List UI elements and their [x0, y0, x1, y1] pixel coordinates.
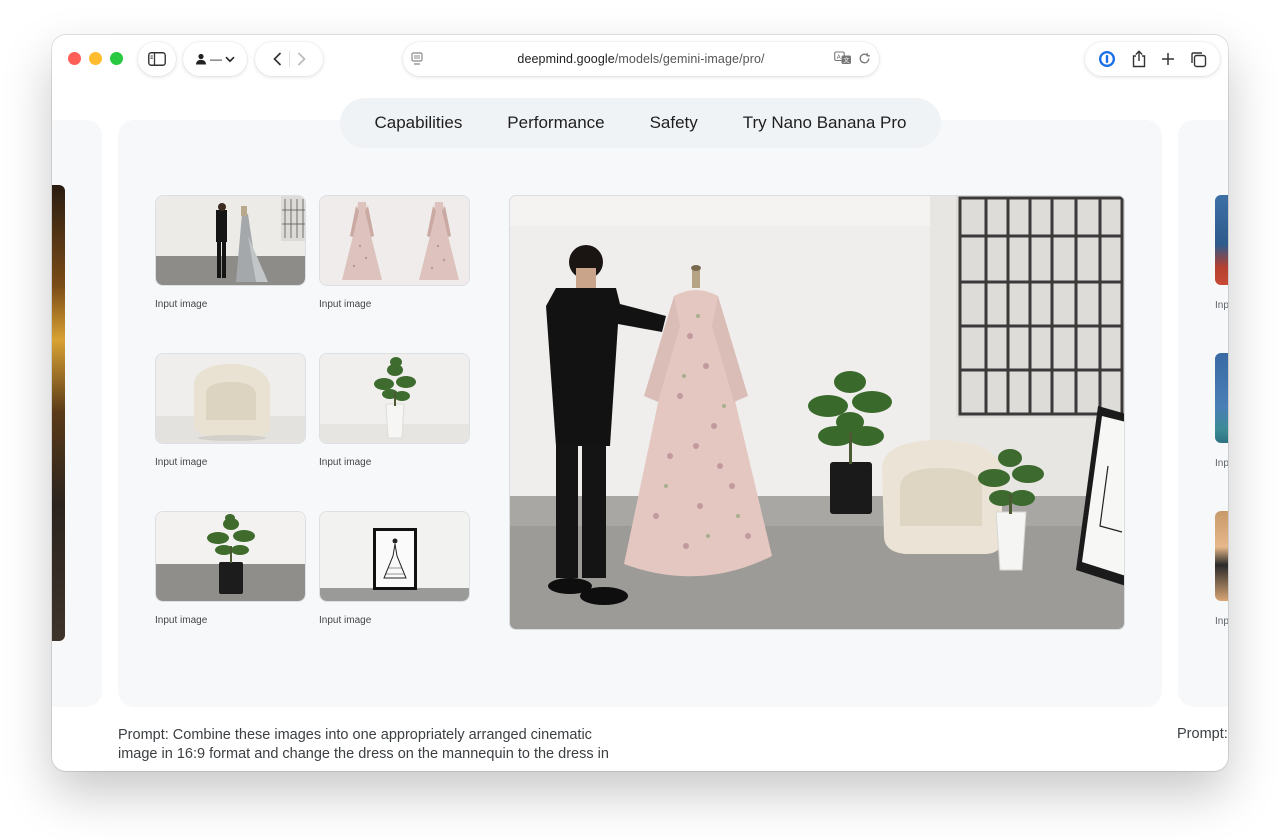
input-image-label: Input image	[155, 457, 208, 468]
input-image-label: Input image	[319, 615, 372, 626]
next-card-label: Inp	[1215, 458, 1228, 469]
input-image	[155, 511, 306, 602]
translate-icon[interactable]: A文	[834, 51, 852, 65]
address-bar[interactable]: deepmind.google/models/gemini-image/pro/…	[403, 42, 879, 76]
url-domain: deepmind.google	[517, 52, 615, 66]
nav-separator	[288, 51, 290, 67]
next-card-thumb	[1215, 353, 1228, 443]
section-tabs: Capabilities Performance Safety Try Nano…	[340, 98, 941, 148]
sidebar-toggle-button[interactable]	[138, 42, 176, 76]
browser-toolbar: — deepmind.google/models/gemini-image/pr…	[52, 35, 1228, 85]
chevron-down-icon	[225, 56, 235, 63]
tab-try-nano-banana-pro[interactable]: Try Nano Banana Pro	[743, 113, 907, 133]
forward-icon[interactable]	[297, 52, 306, 66]
input-image-label: Input image	[155, 299, 208, 310]
minimize-window-button[interactable]	[89, 52, 102, 65]
next-card-label: Inp	[1215, 300, 1228, 311]
page-icon[interactable]	[411, 52, 423, 66]
input-image	[319, 511, 470, 602]
next-card-thumb	[1215, 511, 1228, 601]
profile-label: —	[210, 52, 222, 66]
address-bar-actions: A文	[834, 51, 871, 65]
next-prompt-text: Prompt:	[1177, 726, 1228, 742]
prompt-text: Prompt: Combine these images into one ap…	[118, 727, 609, 762]
sidebar-icon	[148, 52, 166, 66]
person-icon	[195, 53, 207, 65]
url-text: deepmind.google/models/gemini-image/pro/	[517, 52, 764, 66]
generated-output-image	[509, 195, 1125, 630]
input-image-label: Input image	[155, 615, 208, 626]
input-image	[155, 353, 306, 444]
password-manager-icon[interactable]	[1098, 50, 1116, 68]
url-path: /models/gemini-image/pro/	[614, 52, 765, 66]
browser-window: — deepmind.google/models/gemini-image/pr…	[52, 35, 1228, 771]
profile-switcher[interactable]: —	[183, 42, 247, 76]
tab-performance[interactable]: Performance	[507, 113, 604, 133]
svg-text:A: A	[837, 54, 842, 61]
input-image-label: Input image	[319, 299, 372, 310]
tab-capabilities[interactable]: Capabilities	[374, 113, 462, 133]
zoom-window-button[interactable]	[110, 52, 123, 65]
reload-icon[interactable]	[858, 52, 871, 65]
input-image	[155, 195, 306, 286]
navigation-buttons	[255, 42, 323, 76]
input-image	[319, 195, 470, 286]
tabs-overview-icon[interactable]	[1190, 51, 1207, 68]
svg-text:文: 文	[843, 56, 849, 64]
back-icon[interactable]	[272, 52, 282, 66]
new-tab-icon[interactable]	[1161, 52, 1175, 66]
next-card-thumb	[1215, 195, 1228, 285]
toolbar-actions	[1085, 42, 1220, 76]
next-card-label: Inp	[1215, 616, 1228, 627]
input-image-label: Input image	[319, 457, 372, 468]
carousel-prev-image	[52, 185, 65, 641]
share-icon[interactable]	[1131, 50, 1147, 68]
input-image	[319, 353, 470, 444]
tab-safety[interactable]: Safety	[650, 113, 698, 133]
close-window-button[interactable]	[68, 52, 81, 65]
